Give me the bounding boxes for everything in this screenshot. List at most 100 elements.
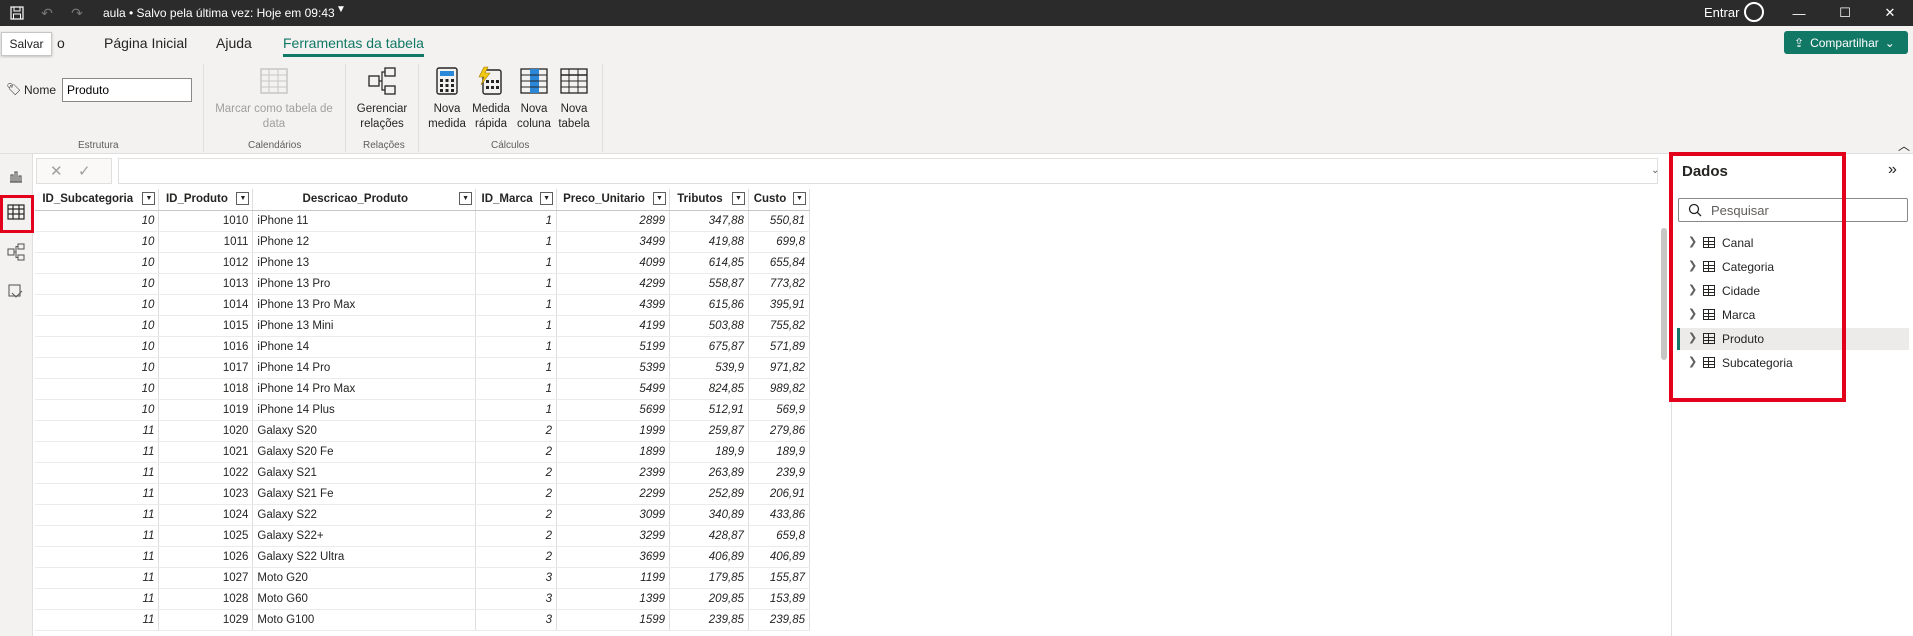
table-cell[interactable]: 406,89 (669, 546, 749, 568)
table-cell[interactable]: Galaxy S22 Ultra (252, 546, 477, 568)
table-cell[interactable]: 675,87 (669, 336, 749, 358)
table-cell[interactable]: iPhone 14 (252, 336, 477, 358)
table-cell[interactable]: 428,87 (669, 525, 749, 547)
table-cell[interactable]: 10 (35, 315, 160, 337)
table-cell[interactable]: 539,9 (669, 357, 749, 379)
table-cell[interactable]: 340,89 (669, 504, 749, 526)
column-header[interactable]: ID_Marca ▼ (475, 189, 558, 211)
table-cell[interactable]: 279,86 (748, 420, 810, 442)
table-cell[interactable]: 1011 (158, 231, 254, 253)
filter-dropdown-icon[interactable]: ▼ (459, 192, 473, 205)
table-cell[interactable]: 2 (475, 504, 558, 526)
table-cell[interactable]: 1013 (158, 273, 254, 295)
table-cell[interactable]: 11 (35, 609, 160, 631)
table-cell[interactable]: 2299 (556, 483, 671, 505)
account-icon[interactable] (1744, 2, 1764, 22)
tab-ferramentas-da-tabela[interactable]: Ferramentas da tabela (283, 35, 424, 57)
table-cell[interactable]: 2 (475, 483, 558, 505)
table-cell[interactable]: Galaxy S20 Fe (252, 441, 477, 463)
new-column-button[interactable]: Nova coluna (514, 66, 554, 132)
share-button[interactable]: ⇪ Compartilhar ⌄ (1784, 31, 1908, 54)
table-cell[interactable]: 3 (475, 588, 558, 610)
table-cell[interactable]: 347,88 (669, 210, 749, 232)
table-cell[interactable]: 10 (35, 294, 160, 316)
table-cell[interactable]: 11 (35, 567, 160, 589)
table-cell[interactable]: 206,91 (748, 483, 810, 505)
table-cell[interactable]: 3699 (556, 546, 671, 568)
table-cell[interactable]: 433,86 (748, 504, 810, 526)
table-cell[interactable]: iPhone 14 Pro Max (252, 378, 477, 400)
table-row[interactable]: 10 1012 iPhone 13 1 4099 614,85 655,84 (35, 252, 810, 274)
table-cell[interactable]: 11 (35, 504, 160, 526)
table-cell[interactable]: 1012 (158, 252, 254, 274)
column-header[interactable]: Preco_Unitario ▼ (556, 189, 671, 211)
table-cell[interactable]: 550,81 (748, 210, 810, 232)
table-row[interactable]: 10 1016 iPhone 14 1 5199 675,87 571,89 (35, 336, 810, 358)
filter-dropdown-icon[interactable]: ▼ (653, 192, 667, 205)
table-cell[interactable]: Moto G20 (252, 567, 477, 589)
tab-arquivo[interactable]: o (57, 35, 65, 51)
table-cell[interactable]: 10 (35, 273, 160, 295)
dax-query-view-icon[interactable] (4, 280, 28, 304)
table-cell[interactable]: iPhone 13 Mini (252, 315, 477, 337)
table-cell[interactable]: 1028 (158, 588, 254, 610)
table-cell[interactable]: 659,8 (748, 525, 810, 547)
table-cell[interactable]: 1014 (158, 294, 254, 316)
table-cell[interactable]: 5499 (556, 378, 671, 400)
table-row[interactable]: 10 1017 iPhone 14 Pro 1 5399 539,9 971,82 (35, 357, 810, 379)
table-cell[interactable]: 1899 (556, 441, 671, 463)
table-cell[interactable]: 11 (35, 546, 160, 568)
table-cell[interactable]: 512,91 (669, 399, 749, 421)
table-cell[interactable]: 1 (475, 357, 558, 379)
table-cell[interactable]: 1010 (158, 210, 254, 232)
table-cell[interactable]: 4299 (556, 273, 671, 295)
table-row[interactable]: 11 1026 Galaxy S22 Ultra 2 3699 406,89 406,89 (35, 546, 810, 568)
tab-pagina-inicial[interactable]: Página Inicial (104, 35, 187, 51)
table-cell[interactable]: 699,8 (748, 231, 810, 253)
table-cell[interactable]: 1029 (158, 609, 254, 631)
table-cell[interactable]: iPhone 14 Pro (252, 357, 477, 379)
table-cell[interactable]: 5699 (556, 399, 671, 421)
table-cell[interactable]: iPhone 13 Pro (252, 273, 477, 295)
filter-dropdown-icon[interactable]: ▼ (236, 192, 250, 205)
table-cell[interactable]: 263,89 (669, 462, 749, 484)
table-row[interactable]: 11 1029 Moto G100 3 1599 239,85 239,85 (35, 609, 810, 631)
table-row[interactable]: 11 1021 Galaxy S20 Fe 2 1899 189,9 189,9 (35, 441, 810, 463)
table-cell[interactable]: Galaxy S21 (252, 462, 477, 484)
table-cell[interactable]: 971,82 (748, 357, 810, 379)
table-cell[interactable]: 1021 (158, 441, 254, 463)
table-cell[interactable]: 239,85 (669, 609, 749, 631)
table-cell[interactable]: 655,84 (748, 252, 810, 274)
table-cell[interactable]: 11 (35, 588, 160, 610)
collapse-pane-icon[interactable]: » (1888, 161, 1897, 179)
table-cell[interactable]: 1025 (158, 525, 254, 547)
table-cell[interactable]: 1018 (158, 378, 254, 400)
table-cell[interactable]: 4099 (556, 252, 671, 274)
table-cell[interactable]: 3499 (556, 231, 671, 253)
filter-dropdown-icon[interactable]: ▼ (142, 192, 156, 205)
table-row[interactable]: 10 1014 iPhone 13 Pro Max 1 4399 615,86 395,91 (35, 294, 810, 316)
table-cell[interactable]: 1 (475, 336, 558, 358)
table-cell[interactable]: 558,87 (669, 273, 749, 295)
model-view-icon[interactable] (4, 240, 28, 264)
table-row[interactable]: 11 1027 Moto G20 3 1199 179,85 155,87 (35, 567, 810, 589)
column-header[interactable]: Descricao_Produto ▼ (252, 189, 477, 211)
table-cell[interactable]: 10 (35, 336, 160, 358)
table-row[interactable]: 10 1010 iPhone 11 1 2899 347,88 550,81 (35, 210, 810, 232)
sign-in-link[interactable]: Entrar (1704, 5, 1739, 20)
table-cell[interactable]: 2399 (556, 462, 671, 484)
table-cell[interactable]: 189,9 (748, 441, 810, 463)
table-cell[interactable]: 155,87 (748, 567, 810, 589)
table-cell[interactable]: 2 (475, 462, 558, 484)
table-cell[interactable]: 4399 (556, 294, 671, 316)
save-icon[interactable] (8, 4, 26, 22)
table-cell[interactable]: 5199 (556, 336, 671, 358)
table-cell[interactable]: 569,9 (748, 399, 810, 421)
table-cell[interactable]: 10 (35, 378, 160, 400)
table-row[interactable]: 11 1020 Galaxy S20 2 1999 259,87 279,86 (35, 420, 810, 442)
table-cell[interactable]: 179,85 (669, 567, 749, 589)
table-row[interactable]: 10 1018 iPhone 14 Pro Max 1 5499 824,85 989,82 (35, 378, 810, 400)
table-cell[interactable]: 406,89 (748, 546, 810, 568)
table-cell[interactable]: 3 (475, 567, 558, 589)
table-cell[interactable]: 1 (475, 399, 558, 421)
